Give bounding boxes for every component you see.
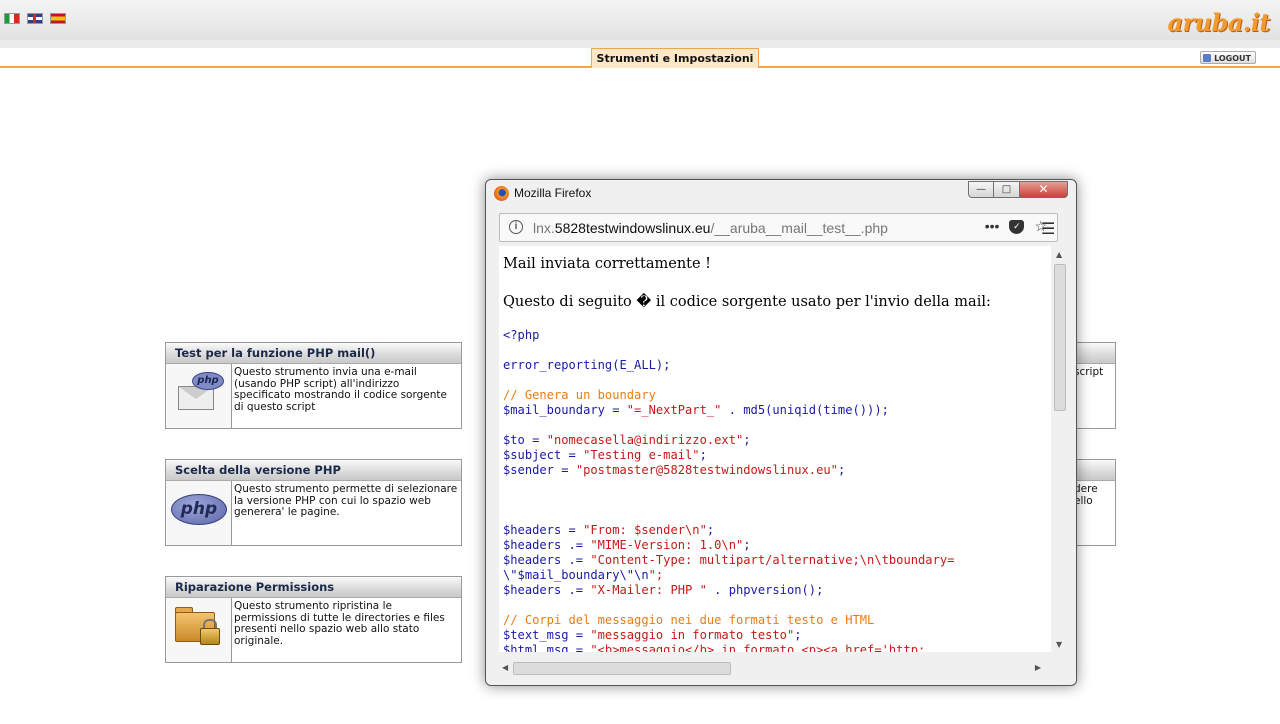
tool-card-title[interactable]: Test per la funzione PHP mail(): [166, 343, 461, 364]
tool-card-description: Questo strumento permette di selezionare…: [234, 483, 458, 518]
intro-text: Questo di seguito � il codice sorgente u…: [503, 294, 991, 310]
url-text[interactable]: lnx.5828testwindowslinux.eu/__aruba__mai…: [533, 220, 888, 236]
close-button[interactable]: ✕: [1020, 181, 1068, 198]
code-line: <?php: [503, 328, 540, 342]
tool-card-icon-cell: php: [166, 481, 232, 545]
flag-uk-icon[interactable]: [27, 13, 43, 24]
code-line: $headers .= "Content-Type: multipart/alt…: [503, 553, 955, 567]
partial-text-line-1: dere: [1074, 483, 1098, 495]
hamburger-menu-icon[interactable]: ☰: [1041, 219, 1055, 238]
code-line: $sender = "postmaster@5828testwindowslin…: [503, 463, 846, 477]
scroll-left-icon[interactable]: ◀: [502, 663, 508, 672]
info-icon[interactable]: i: [509, 220, 523, 234]
vertical-scroll-thumb[interactable]: [1054, 264, 1066, 411]
code-line: // Corpi del messaggio nei due formati t…: [503, 613, 875, 627]
source-code-block: <?php error_reporting(E_ALL); // Genera un…: [503, 328, 954, 652]
success-message: Mail inviata correttamente !: [503, 256, 712, 272]
tool-card-php-version[interactable]: Scelta della versione PHP php Questo str…: [165, 459, 462, 546]
window-controls: — □ ✕: [968, 181, 1068, 199]
url-actions: ••• ✓ ☆: [985, 218, 1047, 235]
lock-icon: [200, 628, 220, 645]
tool-card-description: Questo strumento invia una e-mail (usand…: [234, 366, 447, 413]
pocket-icon[interactable]: ✓: [1009, 220, 1025, 234]
more-actions-icon[interactable]: •••: [985, 218, 1000, 235]
flag-italy-icon[interactable]: [4, 13, 20, 24]
code-line: $headers .= "MIME-Version: 1.0\n";: [503, 538, 751, 552]
tab-strumenti-impostazioni[interactable]: Strumenti e Impostazioni: [591, 48, 759, 68]
code-line: $mail_boundary = "=_NextPart_" . md5(uni…: [503, 403, 889, 417]
logout-label: LOGOUT: [1214, 54, 1251, 63]
page-content: Mail inviata correttamente ! Questo di s…: [499, 246, 1051, 652]
scroll-up-icon[interactable]: ▲: [1056, 250, 1062, 259]
code-line: \"$mail_boundary\"\n";: [503, 568, 664, 582]
firefox-icon: [494, 186, 509, 201]
window-title: Mozilla Firefox: [514, 186, 592, 200]
vertical-scrollbar[interactable]: ▲ ▼: [1052, 246, 1069, 652]
url-prefix: lnx.: [533, 220, 555, 236]
tool-card-title[interactable]: Scelta della versione PHP: [166, 460, 461, 481]
maximize-button[interactable]: □: [994, 181, 1020, 198]
code-line: $text_msg = "messaggio in formato testo"…: [503, 628, 802, 642]
firefox-popup-window: Mozilla Firefox — □ ✕ i lnx.5828testwind…: [485, 179, 1077, 686]
scroll-down-icon[interactable]: ▼: [1056, 640, 1062, 649]
url-bar[interactable]: i lnx.5828testwindowslinux.eu/__aruba__m…: [499, 213, 1058, 242]
code-line: $headers .= "X-Mailer: PHP " . phpversio…: [503, 583, 824, 597]
horizontal-scrollbar[interactable]: ◀ ▶: [499, 660, 1051, 677]
tool-card-title[interactable]: Riparazione Permissions: [166, 577, 461, 598]
php-mail-icon: php: [192, 372, 224, 390]
logout-icon: [1203, 54, 1211, 62]
php-logo-icon: php: [171, 494, 227, 525]
tool-card-php-mail[interactable]: Test per la funzione PHP mail() php Ques…: [165, 342, 462, 429]
tool-card-description: Questo strumento ripristina le permissio…: [234, 600, 445, 647]
url-domain: 5828testwindowslinux.eu: [554, 220, 711, 236]
minimize-button[interactable]: —: [968, 181, 994, 198]
tool-card-permissions[interactable]: Riparazione Permissions Questo strumento…: [165, 576, 462, 663]
tool-card-partial-text: script: [1074, 366, 1104, 378]
code-line: $html_msg = "<b>messaggio</b> in formato…: [503, 643, 926, 652]
code-line: // Genera un boundary: [503, 388, 656, 402]
code-line: error_reporting(E_ALL);: [503, 358, 671, 372]
scroll-right-icon[interactable]: ▶: [1035, 663, 1041, 672]
horizontal-scroll-thumb[interactable]: [513, 662, 731, 675]
tool-card-icon-cell: php: [166, 364, 232, 428]
url-path: /__aruba__mail__test__.php: [710, 220, 888, 236]
tool-card-partial-text: dere ello: [1074, 483, 1098, 507]
logout-button[interactable]: LOGOUT: [1200, 51, 1256, 64]
code-line: $subject = "Testing e-mail";: [503, 448, 707, 462]
code-line: $to = "nomecasella@indirizzo.ext";: [503, 433, 751, 447]
code-line: $headers = "From: $sender\n";: [503, 523, 715, 537]
tool-card-icon-cell: [166, 598, 232, 662]
flag-spain-icon[interactable]: [50, 13, 66, 24]
top-header: aruba.it: [0, 0, 1280, 40]
aruba-logo[interactable]: aruba.it: [1167, 8, 1270, 37]
